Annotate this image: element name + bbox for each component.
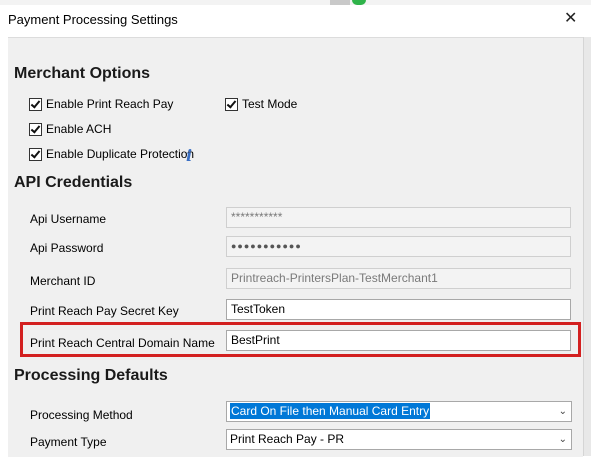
secret-key-label: Print Reach Pay Secret Key <box>30 304 179 318</box>
merchant-options-heading: Merchant Options <box>14 65 151 82</box>
payment-type-label: Payment Type <box>30 435 107 449</box>
enable-duplicate-protection-checkbox[interactable]: Enable Duplicate Protection <box>29 147 194 161</box>
api-credentials-heading: API Credentials <box>14 174 133 191</box>
checkbox-label: Enable Duplicate Protection <box>46 147 195 161</box>
central-domain-field[interactable]: BestPrint <box>226 330 571 351</box>
scrollbar[interactable] <box>583 37 591 456</box>
api-password-label: Api Password <box>30 241 104 255</box>
api-username-label: Api Username <box>30 212 107 226</box>
checkbox-label: Enable Print Reach Pay <box>46 97 174 111</box>
dialog-title: Payment Processing Settings <box>8 12 178 27</box>
merchant-id-field[interactable]: Printreach-PrintersPlan-TestMerchant1 <box>226 268 571 289</box>
info-icon[interactable]: i <box>186 146 192 165</box>
payment-type-select[interactable]: Print Reach Pay - PR ⌄ <box>226 429 572 450</box>
chevron-down-icon: ⌄ <box>558 406 567 417</box>
api-password-field[interactable]: ●●●●●●●●●●● <box>226 236 571 257</box>
api-username-field[interactable]: *********** <box>226 207 571 228</box>
checkbox-checked-icon <box>29 147 42 161</box>
chevron-down-icon: ⌄ <box>558 434 567 445</box>
processing-method-value: Card On File then Manual Card Entry <box>230 403 431 419</box>
payment-type-value: Print Reach Pay - PR <box>230 432 345 446</box>
dialog-titlebar: Payment Processing Settings ✕ <box>0 5 591 37</box>
processing-method-select[interactable]: Card On File then Manual Card Entry ⌄ <box>226 401 572 422</box>
checkbox-checked-icon <box>29 97 42 111</box>
checkbox-label: Test Mode <box>242 97 298 111</box>
checkbox-checked-icon <box>29 122 42 136</box>
checkbox-label: Enable ACH <box>46 122 112 136</box>
enable-ach-checkbox[interactable]: Enable ACH <box>29 122 111 136</box>
processing-method-label: Processing Method <box>30 408 133 422</box>
close-icon[interactable]: ✕ <box>564 8 577 28</box>
test-mode-checkbox[interactable]: Test Mode <box>225 97 297 111</box>
secret-key-field[interactable]: TestToken <box>226 299 571 320</box>
processing-defaults-heading: Processing Defaults <box>14 367 168 384</box>
enable-print-reach-pay-checkbox[interactable]: Enable Print Reach Pay <box>29 97 173 111</box>
merchant-id-label: Merchant ID <box>30 274 96 288</box>
checkbox-checked-icon <box>225 97 238 111</box>
central-domain-label: Print Reach Central Domain Name <box>30 336 215 350</box>
